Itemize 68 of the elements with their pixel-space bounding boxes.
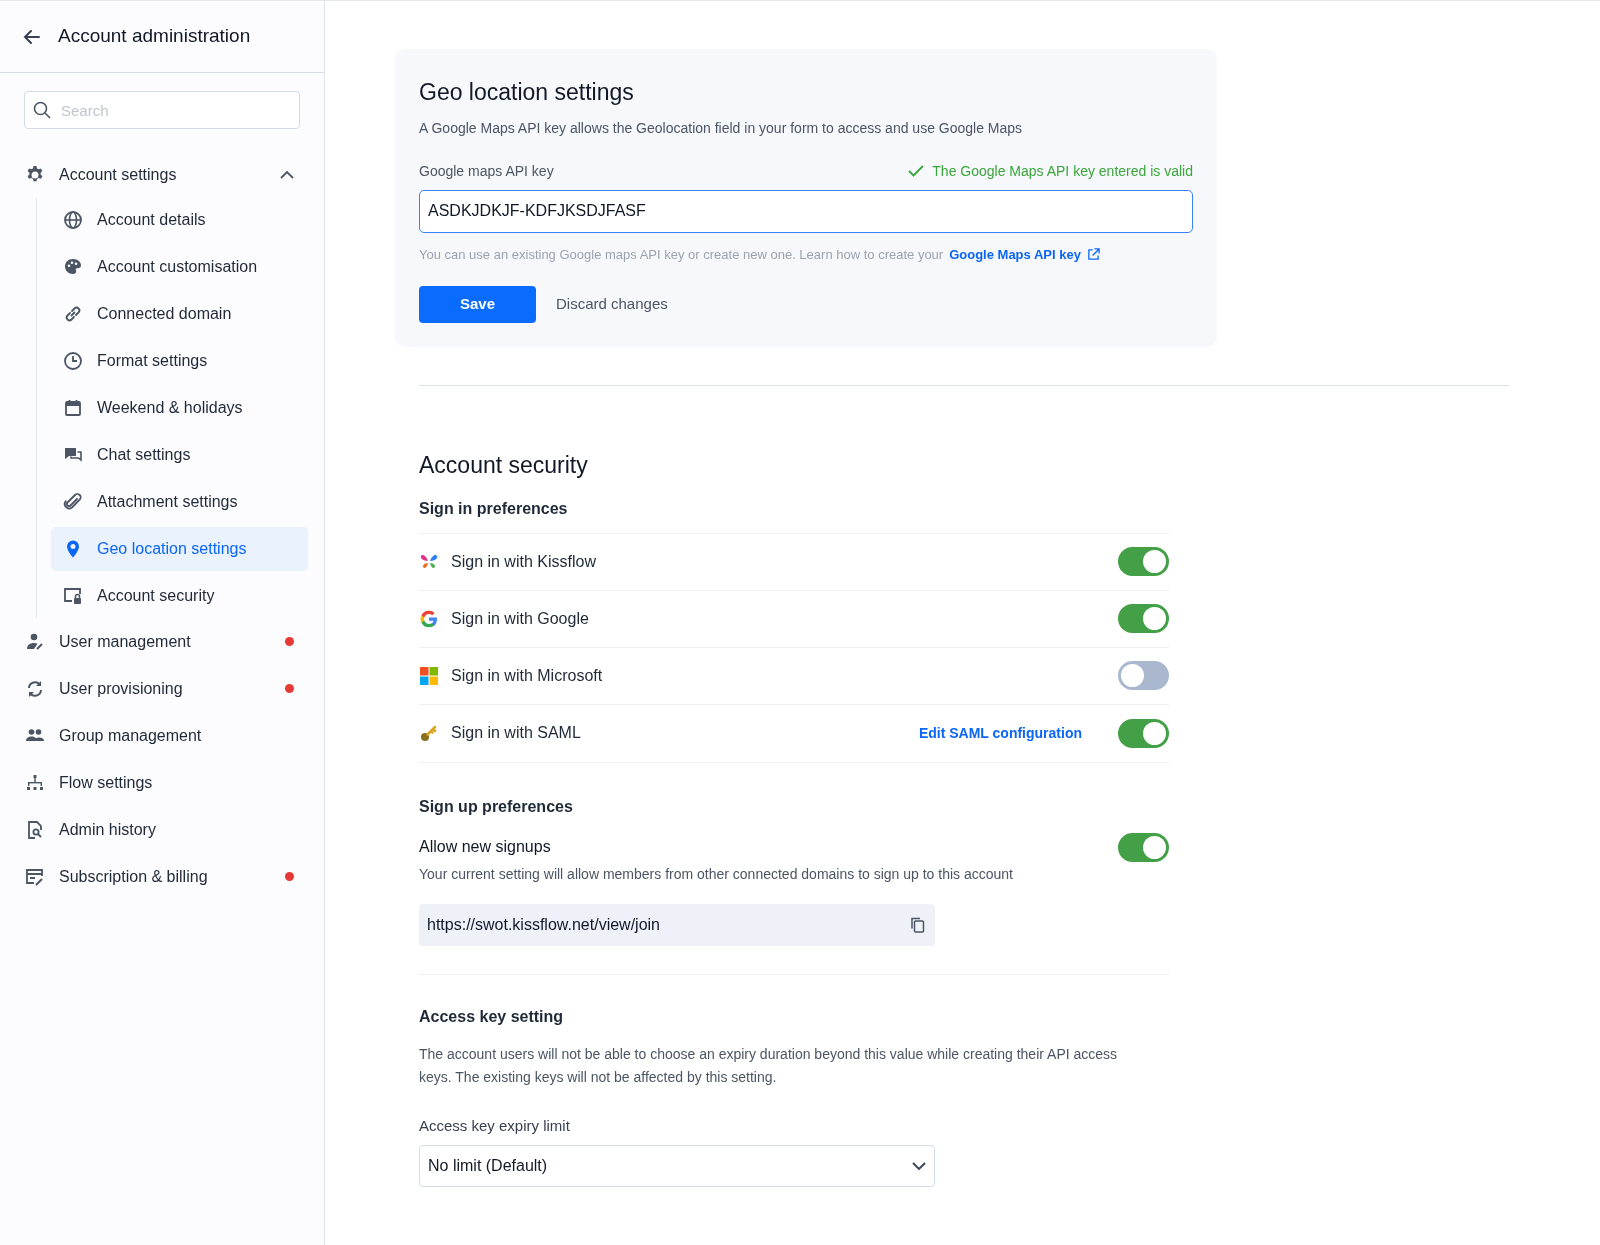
clock-icon <box>63 351 83 371</box>
toggle-switch[interactable] <box>1118 832 1169 862</box>
form-edit-icon <box>25 866 45 887</box>
document-search-icon <box>25 819 45 840</box>
setting-label: Sign in with Kissflow <box>451 551 597 572</box>
sidebar-item[interactable]: User management <box>0 618 324 665</box>
sidebar-item[interactable]: Group management <box>0 712 324 759</box>
field-label: Access key expiry limit <box>419 1115 571 1136</box>
user-edit-icon <box>25 631 45 652</box>
external-link-icon[interactable] <box>1086 247 1100 261</box>
sidebar-item[interactable]: Account settings <box>0 151 324 198</box>
setting-label: Sign in with Microsoft <box>451 665 604 686</box>
check-icon <box>908 165 925 177</box>
chevron-down-icon <box>912 1161 926 1171</box>
sidebar-item[interactable]: Subscription & billing <box>0 853 324 900</box>
globe-icon <box>63 210 83 230</box>
sidebar-subitem[interactable]: Attachment settings <box>51 480 308 524</box>
help-text: You can use an existing Google maps API key or create new one. Learn how to create your <box>419 245 944 264</box>
screen-lock-icon <box>63 586 83 606</box>
copy-icon[interactable] <box>909 915 927 934</box>
search-field[interactable]: Search <box>24 91 300 129</box>
setting-label: Sign in with SAML <box>451 723 582 743</box>
sidebar-subitem[interactable]: Format settings <box>51 339 308 383</box>
sidebar-item[interactable]: Admin history <box>0 806 324 853</box>
expiry-select[interactable]: No limit (Default) <box>419 1145 935 1187</box>
toggle-switch[interactable] <box>1118 604 1169 633</box>
section-title: Geo location settings <box>419 78 635 107</box>
api-key-link[interactable]: Google Maps API key <box>949 244 1081 264</box>
four-squares-icon <box>419 665 439 686</box>
search-icon <box>32 100 52 120</box>
toggle-switch[interactable] <box>1118 547 1169 576</box>
setting-label: Sign in with Google <box>451 608 590 629</box>
sidebar-subitem[interactable]: Geo location settings <box>51 527 308 571</box>
setting-description: The account users will not be able to choose an expiry duration beyond this value while creating their API access keys. The existing keys will not be affected by this setting. <box>419 1044 1119 1087</box>
link-icon <box>63 304 83 324</box>
subsection-title: Sign in preferences <box>419 496 1169 534</box>
api-key-field[interactable]: ASDKJDKJF-KDFJKSDJFASF <box>419 189 1193 233</box>
setting-label: Allow new signups <box>419 837 551 857</box>
sidebar-subitem[interactable]: Account customisation <box>51 245 308 289</box>
key-icon <box>419 723 439 743</box>
sidebar-item[interactable]: User provisioning <box>0 665 324 712</box>
sidebar-subitem[interactable]: Chat settings <box>51 433 308 477</box>
chevron-icon[interactable] <box>280 170 294 179</box>
sidebar-subitem[interactable]: Account details <box>51 198 308 242</box>
subsection-title: Sign up preferences <box>419 796 574 817</box>
section-title: Account security <box>419 451 589 480</box>
palette-icon <box>63 257 83 277</box>
google-icon <box>419 608 439 629</box>
join-url-field[interactable]: https://swot.kissflow.net/view/join <box>419 903 935 946</box>
save-button[interactable]: Save <box>419 286 536 323</box>
setting-description: Your current setting will allow members from other connected domains to sign up to this account <box>419 864 1014 884</box>
sidebar-subitem[interactable]: Connected domain <box>51 292 308 336</box>
edit-saml-link[interactable]: Edit SAML configuration <box>918 722 1082 744</box>
sync-icon <box>25 678 45 699</box>
toggle-switch[interactable] <box>1118 718 1169 748</box>
sidebar-title: Account administration <box>58 24 251 49</box>
sidebar-subitem[interactable]: Weekend & holidays <box>51 386 308 430</box>
hierarchy-icon <box>25 772 45 793</box>
toggle-switch[interactable] <box>1118 661 1169 690</box>
paperclip-icon <box>63 492 83 512</box>
subsection-title: Access key setting <box>419 1006 565 1027</box>
section-description: A Google Maps API key allows the Geolocation field in your form to access and use Google Maps <box>419 118 1024 138</box>
calendar-icon <box>63 398 83 418</box>
discard-button[interactable]: Discard changes <box>556 293 668 316</box>
validation-message: The Google Maps API key entered is valid <box>932 161 1193 181</box>
field-label: Google maps API key <box>419 161 554 181</box>
sidebar-subitem[interactable]: Account security <box>51 574 308 618</box>
sidebar-item[interactable]: Flow settings <box>0 759 324 806</box>
